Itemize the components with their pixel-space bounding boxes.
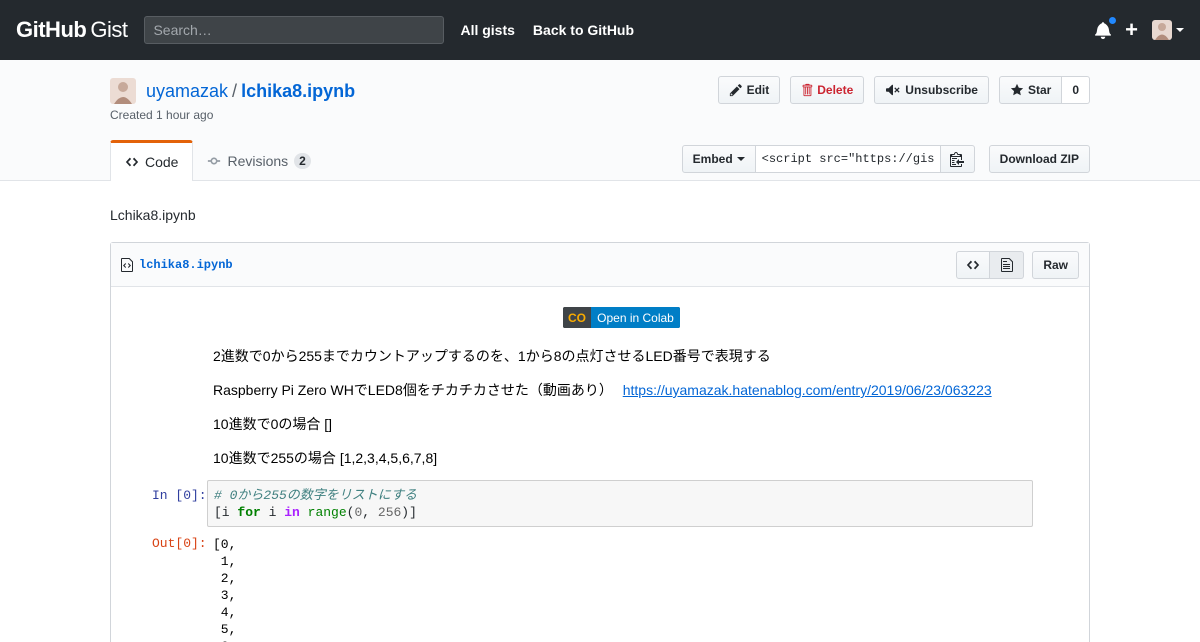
star-icon xyxy=(1010,83,1024,96)
create-new-icon[interactable]: + xyxy=(1125,19,1138,41)
chevron-down-icon xyxy=(736,157,745,161)
nav-back-to-github[interactable]: Back to GitHub xyxy=(533,22,634,38)
chevron-down-icon xyxy=(1176,28,1184,32)
download-zip-button[interactable]: Download ZIP xyxy=(988,145,1090,173)
trash-icon xyxy=(802,83,813,97)
brand-github: GitHub xyxy=(16,17,87,42)
code-token: [i xyxy=(214,505,238,520)
code-token: , xyxy=(362,505,378,520)
tab-revisions[interactable]: Revisions 2 xyxy=(193,140,324,181)
star-label: Star xyxy=(1027,83,1052,97)
nav-all-gists[interactable]: All gists xyxy=(460,22,514,38)
gist-owner-link[interactable]: uyamazak xyxy=(146,81,228,101)
tab-code-label: Code xyxy=(145,154,179,170)
notifications-icon[interactable] xyxy=(1095,16,1118,39)
raw-button[interactable]: Raw xyxy=(1032,251,1079,279)
code-line: [i for i in range(0, 256)] xyxy=(214,504,1026,521)
markdown-line-2: Raspberry Pi Zero WHでLED8個をチカチカさせた（動画あり）… xyxy=(213,380,992,400)
code-icon xyxy=(967,260,980,270)
delete-label: Delete xyxy=(817,83,854,97)
file-box: lchika8.ipynb Raw xyxy=(110,242,1090,642)
embed-label: Embed xyxy=(692,152,733,166)
code-keyword-for: for xyxy=(237,505,261,520)
star-group: Star 0 xyxy=(998,76,1090,104)
gist-filename-link[interactable]: lchika8.ipynb xyxy=(241,81,355,101)
code-comment: # 0から255の数字をリストにする xyxy=(214,488,417,503)
file-code-icon xyxy=(121,257,133,272)
embed-controls: Embed Download ZIP xyxy=(681,145,1090,173)
clipboard-icon xyxy=(950,152,965,167)
pencil-icon xyxy=(729,84,742,97)
code-token: i xyxy=(260,505,285,520)
copy-to-clipboard-button[interactable] xyxy=(940,145,975,173)
markdown-line-3: 10進数で0の場合 [] xyxy=(213,416,333,432)
input-prompt: In [0]: xyxy=(152,488,207,503)
file-header: lchika8.ipynb Raw xyxy=(111,243,1089,287)
created-timestamp: Created 1 hour ago xyxy=(110,108,214,122)
embed-code-field[interactable] xyxy=(755,145,941,173)
mute-icon xyxy=(886,84,900,96)
code-number: 256 xyxy=(377,505,402,520)
display-rendered-button[interactable] xyxy=(990,251,1025,279)
markdown-line-1: 2進数で0から255までカウントアップするのを、1から8の点灯させるLED番号で… xyxy=(213,348,771,364)
commit-icon xyxy=(208,157,221,164)
cell-output: [0, 1, 2, 3, 4, 5, 6, xyxy=(213,537,237,642)
avatar xyxy=(1152,20,1172,40)
blog-link[interactable]: https://uyamazak.hatenablog.com/entry/20… xyxy=(623,382,992,398)
star-button[interactable]: Star xyxy=(998,76,1063,104)
code-builtin-range: range xyxy=(307,505,347,520)
colab-logo-icon: CO xyxy=(563,307,591,328)
file-name-link[interactable]: lchika8.ipynb xyxy=(139,258,233,272)
display-source-button[interactable] xyxy=(956,251,991,279)
code-keyword-in: in xyxy=(284,505,300,520)
colab-badge-label: Open in Colab xyxy=(591,307,680,328)
star-count[interactable]: 0 xyxy=(1062,76,1090,104)
file-actions: Raw xyxy=(956,251,1079,279)
open-in-colab-badge[interactable]: CO Open in Colab xyxy=(563,307,680,328)
markdown-line-2-text: Raspberry Pi Zero WHでLED8個をチカチカさせた（動画あり） xyxy=(213,382,613,398)
delete-button[interactable]: Delete xyxy=(790,76,865,104)
tab-revisions-label: Revisions xyxy=(227,152,289,169)
markdown-line-4: 10進数で255の場合 [1,2,3,4,5,6,7,8] xyxy=(213,450,438,466)
github-gist-logo[interactable]: GitHub Gist xyxy=(16,17,128,43)
unsubscribe-button[interactable]: Unsubscribe xyxy=(874,76,989,104)
view-toggle xyxy=(956,251,1025,279)
file-icon xyxy=(1000,258,1013,272)
edit-label: Edit xyxy=(746,83,770,97)
owner-avatar[interactable] xyxy=(110,78,136,104)
top-navbar: GitHub Gist All gists Back to GitHub + xyxy=(0,0,1200,60)
code-cell: # 0から255の数字をリストにする [i for i in range(0, … xyxy=(207,480,1033,527)
search-input[interactable] xyxy=(144,16,445,44)
gist-title: uyamazak / lchika8.ipynb xyxy=(110,78,355,104)
gist-pagehead: uyamazak / lchika8.ipynb Created 1 hour ag… xyxy=(0,60,1200,181)
brand-gist: Gist xyxy=(90,17,128,42)
gist-description: Lchika8.ipynb xyxy=(110,207,196,223)
unsubscribe-label: Unsubscribe xyxy=(905,83,978,97)
gist-actions: Edit Delete Unsubscribe Star 0 xyxy=(717,76,1090,104)
notification-dot xyxy=(1108,16,1118,25)
code-icon xyxy=(125,157,139,167)
user-menu[interactable] xyxy=(1152,20,1184,40)
tab-code[interactable]: Code xyxy=(110,140,194,181)
code-token: )] xyxy=(401,505,417,520)
gist-tabs: Code Revisions 2 xyxy=(110,140,325,181)
title-separator: / xyxy=(232,80,238,101)
output-prompt: Out[0]: xyxy=(152,536,207,551)
embed-dropdown-button[interactable]: Embed xyxy=(681,145,756,173)
edit-button[interactable]: Edit xyxy=(717,76,781,104)
revisions-counter: 2 xyxy=(294,152,311,169)
